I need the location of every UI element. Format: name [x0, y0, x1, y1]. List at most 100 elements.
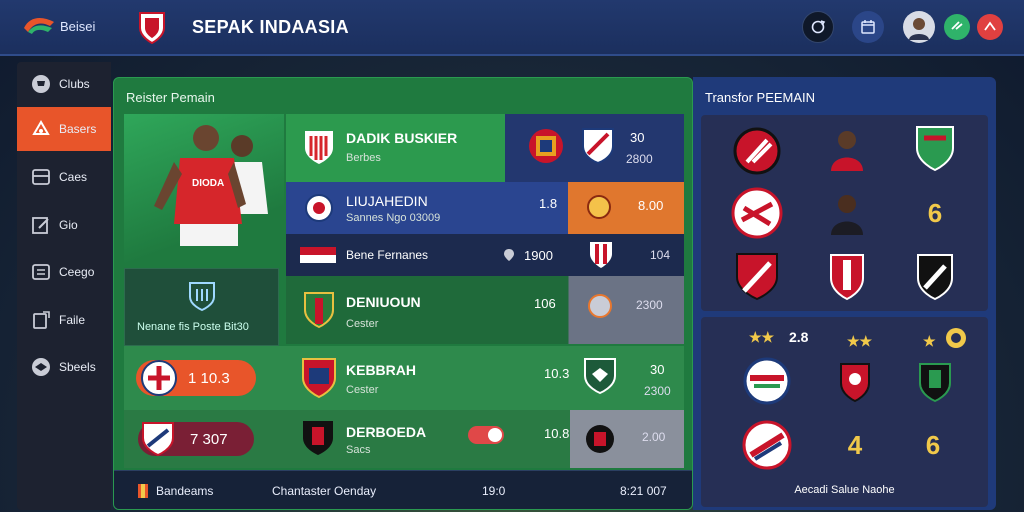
transfer-club-card[interactable] [729, 249, 785, 305]
transfer-club-card[interactable] [827, 355, 883, 411]
player-rating: 106 [534, 296, 556, 311]
player-value: 104 [650, 248, 671, 262]
whistle-icon [951, 21, 963, 30]
club-crest-icon[interactable] [136, 10, 168, 46]
trophy-icon [32, 75, 50, 93]
calendar-icon [861, 20, 875, 34]
sidebar: Clubs Basers Caes Gio Ceego Faile Sbeels [17, 62, 111, 510]
player-value: 8.00 [638, 198, 664, 213]
edit-icon [32, 217, 49, 234]
club-crest-icon [919, 363, 951, 403]
transfer-club-card[interactable] [729, 123, 785, 179]
promo-card[interactable]: Nenane fis Poste Bit30 [124, 268, 279, 346]
flag-icon [300, 247, 336, 263]
table-row[interactable]: Bene Fernanes 1900 104 [286, 234, 684, 276]
player-badge[interactable]: 7 307 [138, 422, 254, 457]
transfer-player-card[interactable] [819, 121, 875, 177]
toggle-switch[interactable] [468, 426, 504, 444]
roster-footer: Bandeams Chantaster Oenday 19:0 8:21 007 [114, 470, 692, 509]
club-crest-icon [141, 360, 177, 396]
table-row[interactable]: DADIK BUSKIER Berbes 30 2800 [286, 114, 684, 182]
transfer-player-card[interactable] [819, 185, 875, 241]
refresh-button[interactable] [802, 11, 834, 43]
table-row[interactable]: 1 10.3 KEBBRAH Cester 10.3 30 2300 [124, 346, 684, 410]
roster-title: Reister Pemain [126, 90, 215, 105]
club-crest-icon [743, 357, 791, 405]
club-crest-icon [529, 129, 563, 163]
sidebar-item-caes[interactable]: Caes [17, 155, 111, 199]
logo-text: Beisei [60, 19, 96, 34]
shield-icon [189, 282, 215, 312]
transfer-footer: Aecadi Salue Naohe [794, 484, 895, 496]
transfer-value-card[interactable]: 6 [905, 417, 961, 473]
club-crest-icon [588, 294, 612, 318]
player-rating: 10.3 [544, 366, 570, 381]
sidebar-item-faile[interactable]: Faile [17, 298, 111, 342]
rating-value: 2.8 [789, 329, 809, 345]
footer-match: Chantaster Oenday [272, 484, 377, 498]
roster-panel: Reister Pemain DIODA Nenane fis Poste Bi… [113, 77, 693, 510]
player-avatar-icon [831, 131, 863, 171]
alert-button[interactable] [977, 14, 1003, 40]
player-club: Sannes Ngo 03009 [346, 212, 441, 224]
highlight-cell[interactable]: 8.00 [568, 182, 684, 234]
rating-stars: ★★ [847, 333, 873, 349]
transfer-grid-bottom: ★★ 2.8 ★★ ★ 4 6 [701, 317, 988, 507]
footer-score: 8:21 007 [620, 484, 667, 498]
player-value: 2.00 [642, 430, 666, 444]
table-row[interactable]: 7 307 DERBOEDA Sacs 10.8 2.00 [124, 410, 684, 468]
transfer-club-card[interactable] [729, 185, 785, 241]
player-name: LIUJAHEDIN [346, 193, 428, 209]
sidebar-item-clubs[interactable]: Clubs [17, 62, 111, 106]
player-name: DERBOEDA [346, 424, 427, 440]
clipboard-icon [33, 311, 50, 329]
kit-icon [138, 484, 148, 498]
table-row[interactable]: DENIUOUN Cester 106 2300 [286, 276, 684, 344]
player-rating: 10.8 [544, 426, 570, 441]
calendar-button[interactable] [852, 11, 884, 43]
ball-icon [32, 358, 50, 376]
pin-icon [504, 249, 514, 261]
player-club: Cester [346, 384, 379, 396]
club-crest-icon [305, 131, 333, 164]
club-crest-icon [731, 187, 783, 239]
transfer-number: 6 [927, 197, 943, 228]
player-club: Cester [346, 318, 379, 330]
transfer-club-card[interactable] [739, 353, 795, 409]
transfer-club-card[interactable] [819, 249, 875, 305]
hero-shirt-text: DIODA [192, 178, 224, 189]
transfer-club-card[interactable] [907, 121, 963, 177]
sidebar-item-label: Caes [59, 170, 88, 184]
club-crest-icon [303, 421, 333, 455]
sidebar-item-sbeels[interactable]: Sbeels [17, 345, 111, 389]
footer-label: Bandeams [156, 484, 214, 498]
sidebar-item-ceego[interactable]: Ceego [17, 250, 111, 294]
transfer-club-card[interactable] [739, 417, 795, 473]
player-club: Sacs [346, 444, 371, 456]
whistle-button[interactable] [944, 14, 970, 40]
club-crest-icon [302, 358, 336, 399]
avatar[interactable] [903, 11, 935, 43]
player-fee: 1900 [524, 248, 553, 263]
transfer-club-card[interactable] [907, 249, 963, 305]
sidebar-item-label: Sbeels [59, 360, 96, 374]
list-icon [32, 264, 50, 280]
club-crest-icon [582, 128, 614, 165]
table-row[interactable]: LIUJAHEDIN Sannes Ngo 03009 1.8 8.00 [286, 182, 684, 234]
player-number: 30 [650, 362, 665, 377]
transfer-club-card[interactable] [907, 355, 963, 411]
transfer-value-card[interactable]: 4 [827, 417, 883, 473]
footer-time: 19:0 [482, 484, 506, 498]
club-crest-icon [584, 358, 616, 395]
player-number: 30 [630, 130, 645, 145]
sidebar-item-basers[interactable]: Basers [17, 107, 111, 151]
player-avatar-icon [831, 195, 863, 235]
sidebar-item-label: Clubs [59, 77, 90, 91]
transfer-title: Transfor PEEMAIN [705, 90, 816, 105]
transfer-value-card[interactable]: 6 [907, 185, 963, 241]
club-crest-icon [916, 126, 954, 172]
player-badge[interactable]: 1 10.3 [136, 360, 256, 396]
alert-icon [984, 21, 996, 31]
sidebar-item-gio[interactable]: Gio [17, 203, 111, 247]
player-value: 2300 [644, 384, 671, 398]
